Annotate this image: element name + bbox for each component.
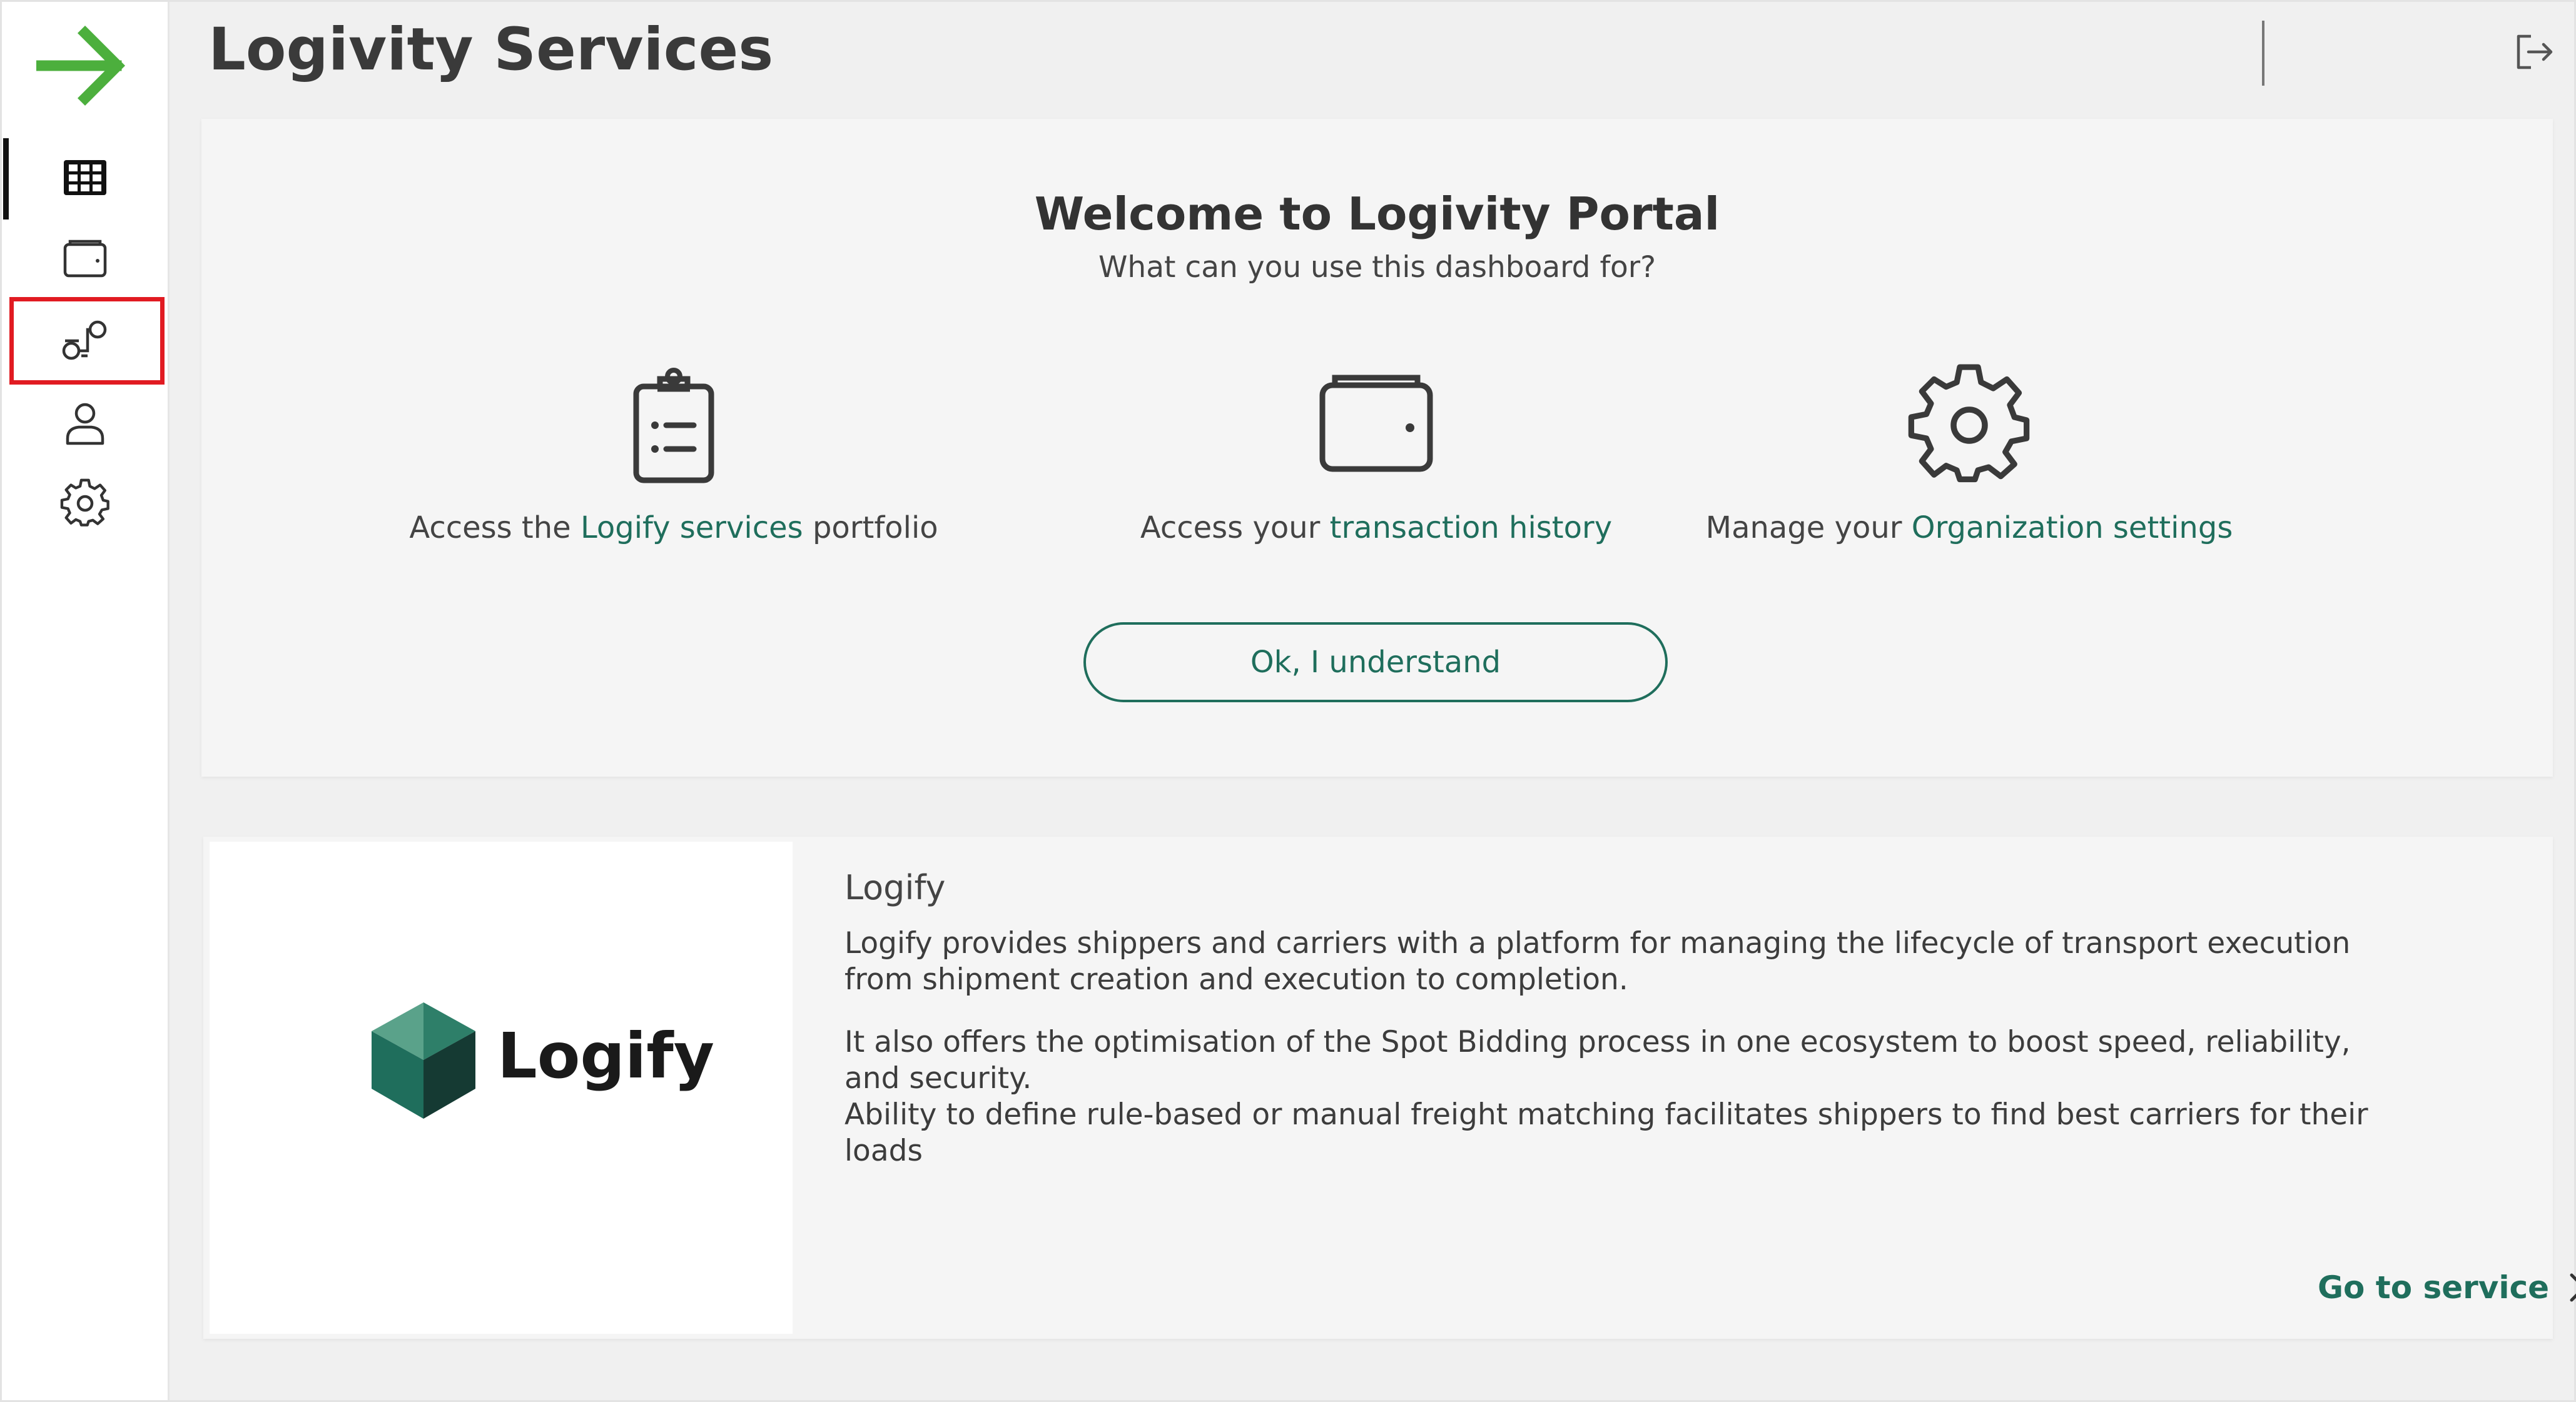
service-description-1: Logify provides shippers and carriers wi… xyxy=(844,926,2351,997)
transaction-history-link[interactable]: transaction history xyxy=(1330,510,1613,545)
sidebar xyxy=(2,2,170,1400)
chevron-right-icon xyxy=(2570,1273,2576,1302)
service-description: Logify provides shippers and carriers wi… xyxy=(844,925,2377,1196)
service-card-logify: Logify Logify Logify provides shippers a… xyxy=(203,837,2576,1339)
sidebar-item-dashboard[interactable] xyxy=(2,140,168,215)
logify-cube-icon xyxy=(372,1002,475,1119)
go-to-service-link[interactable]: Go to service xyxy=(2318,1269,2576,1306)
sidebar-item-profile[interactable] xyxy=(2,386,168,461)
page-title: Logivity Services xyxy=(208,16,774,84)
gear-icon xyxy=(1908,364,2030,483)
header-divider xyxy=(2262,21,2264,86)
clipboard-icon xyxy=(633,368,714,483)
logify-logo: Logify xyxy=(369,1001,714,1122)
go-to-service-label: Go to service xyxy=(2318,1269,2550,1306)
user-icon xyxy=(66,403,104,445)
welcome-title: Welcome to Logivity Portal xyxy=(1034,188,1720,240)
ok-understand-button[interactable]: Ok, I understand xyxy=(1083,622,1668,702)
service-name: Logify xyxy=(844,868,946,907)
welcome-card: Welcome to Logivity Portal What can you … xyxy=(201,119,2553,777)
organization-settings-link[interactable]: Organization settings xyxy=(1912,510,2233,545)
service-description-3: Ability to define rule-based or manual f… xyxy=(844,1097,2368,1168)
service-description-2: It also offers the optimisation of the S… xyxy=(844,1025,2351,1096)
logify-services-link[interactable]: Logify services xyxy=(581,510,803,545)
welcome-subtitle: What can you use this dashboard for? xyxy=(1098,250,1656,285)
service-logo-panel: Logify xyxy=(210,842,793,1334)
logivity-logo-icon[interactable] xyxy=(36,24,130,108)
logout-icon[interactable] xyxy=(2512,30,2556,74)
feature-transactions: Access your transaction history xyxy=(1063,363,1689,545)
feature-services: Access the Logify services portfolio xyxy=(361,363,986,545)
sidebar-item-transactions[interactable] xyxy=(2,221,168,296)
feature-label-settings: Manage your Organization settings xyxy=(1705,510,2233,545)
gear-icon xyxy=(60,478,109,527)
main-content: Logivity Services Welcome to Logivity Po… xyxy=(170,2,2576,1400)
feature-label-services: Access the Logify services portfolio xyxy=(409,510,938,545)
feature-settings: Manage your Organization settings xyxy=(1656,363,2282,545)
sidebar-item-settings[interactable] xyxy=(2,466,168,541)
highlight-box xyxy=(9,297,165,385)
wallet-icon xyxy=(1319,375,1433,472)
feature-label-transactions: Access your transaction history xyxy=(1140,510,1613,545)
grid-icon xyxy=(63,160,106,195)
wallet-icon xyxy=(63,240,106,278)
logify-wordmark: Logify xyxy=(497,1019,714,1092)
